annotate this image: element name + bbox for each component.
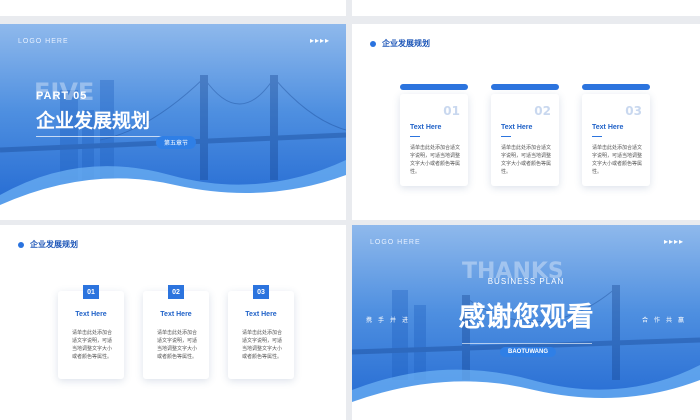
card-top-bar — [400, 84, 468, 90]
part-label: PART 05 — [36, 90, 88, 102]
card-body: 请单击此处添加合适文字说明，可适当地调整文字大小或者颜色等属性。 — [410, 145, 461, 175]
bullet-dot-icon — [370, 40, 376, 47]
bullet-dot-icon — [18, 241, 24, 248]
divider-line — [462, 343, 592, 344]
info-card[interactable]: 03 Text Here 请单击此处添加合适文字说明，可适当地调整文字大小或者颜… — [582, 84, 650, 186]
card-number-badge: 02 — [168, 285, 184, 299]
section-heading-text: 企业发展规划 — [382, 39, 430, 48]
card-body: 请单击此处添加合适文字说明，可适当地调整文字大小或者颜色等属性。 — [242, 330, 283, 360]
subtitle: BUSINESS PLAN — [487, 277, 565, 286]
slide-thumbnail-top-right[interactable] — [352, 0, 700, 16]
card-title: Text Here — [245, 311, 277, 318]
card-title: Text Here — [75, 311, 107, 318]
card-top-bar — [582, 84, 650, 90]
card-title: Text Here — [501, 124, 533, 131]
section-heading: 企业发展规划 — [18, 239, 78, 250]
card-divider — [410, 136, 420, 137]
info-card[interactable]: 02 Text Here 请单击此处添加合适文字说明，可适当地调整文字大小或者颜… — [143, 285, 209, 379]
card-number: 03 — [625, 104, 642, 118]
card-body: 请单击此处添加合适文字说明，可适当地调整文字大小或者颜色等属性。 — [157, 330, 198, 360]
slide-thumbnail-top-left[interactable] — [0, 0, 346, 16]
section-heading-text: 企业发展规划 — [30, 240, 78, 249]
slide-section-cover[interactable]: LOGO HERE ▸▸▸▸ FIVE PART 05 企业发展规划 第五章节 — [0, 24, 346, 220]
section-title: 企业发展规划 — [36, 110, 151, 132]
wave-decoration — [0, 160, 346, 220]
logo-placeholder: LOGO HERE — [370, 239, 421, 246]
card-top-bar — [491, 84, 559, 90]
info-card[interactable]: 01 Text Here 请单击此处添加合适文字说明，可适当地调整文字大小或者颜… — [400, 84, 468, 186]
arrows-decoration: ▸▸▸▸ — [309, 36, 330, 45]
card-divider — [592, 136, 602, 137]
info-card[interactable]: 01 Text Here 请单击此处添加合适文字说明，可适当地调整文字大小或者颜… — [58, 285, 124, 379]
chapter-badge: 第五章节 — [156, 136, 197, 149]
card-number: 01 — [443, 104, 460, 118]
wave-decoration — [352, 365, 700, 420]
card-number: 02 — [534, 104, 551, 118]
logo-placeholder: LOGO HERE — [18, 38, 69, 45]
card-title: Text Here — [410, 124, 442, 131]
info-card[interactable]: 02 Text Here 请单击此处添加合适文字说明，可适当地调整文字大小或者颜… — [491, 84, 559, 186]
arrows-decoration: ▸▸▸▸ — [663, 237, 684, 246]
card-title: Text Here — [160, 311, 192, 318]
card-body: 请单击此处添加合适文字说明，可适当地调整文字大小或者颜色等属性。 — [501, 145, 552, 175]
card-number-badge: 01 — [83, 285, 99, 299]
right-slogan: 合作共赢 — [641, 318, 690, 324]
card-body: 请单击此处添加合适文字说明，可适当地调整文字大小或者颜色等属性。 — [72, 330, 113, 360]
card-body: 请单击此处添加合适文字说明，可适当地调整文字大小或者颜色等属性。 — [592, 145, 643, 175]
info-card[interactable]: 03 Text Here 请单击此处添加合适文字说明，可适当地调整文字大小或者颜… — [228, 285, 294, 379]
left-slogan: 携手并进 — [366, 318, 415, 324]
slide-cards-b[interactable]: 企业发展规划 01 Text Here 请单击此处添加合适文字说明，可适当地调整… — [0, 225, 346, 420]
section-heading: 企业发展规划 — [370, 38, 430, 49]
card-title: Text Here — [592, 124, 624, 131]
slide-cards-a[interactable]: 企业发展规划 01 Text Here 请单击此处添加合适文字说明，可适当地调整… — [352, 24, 700, 220]
title-divider — [36, 136, 176, 137]
card-divider — [501, 136, 511, 137]
card-number-badge: 03 — [253, 285, 269, 299]
slide-thanks[interactable]: LOGO HERE ▸▸▸▸ THANKS BUSINESS PLAN 感谢您观… — [352, 225, 700, 420]
